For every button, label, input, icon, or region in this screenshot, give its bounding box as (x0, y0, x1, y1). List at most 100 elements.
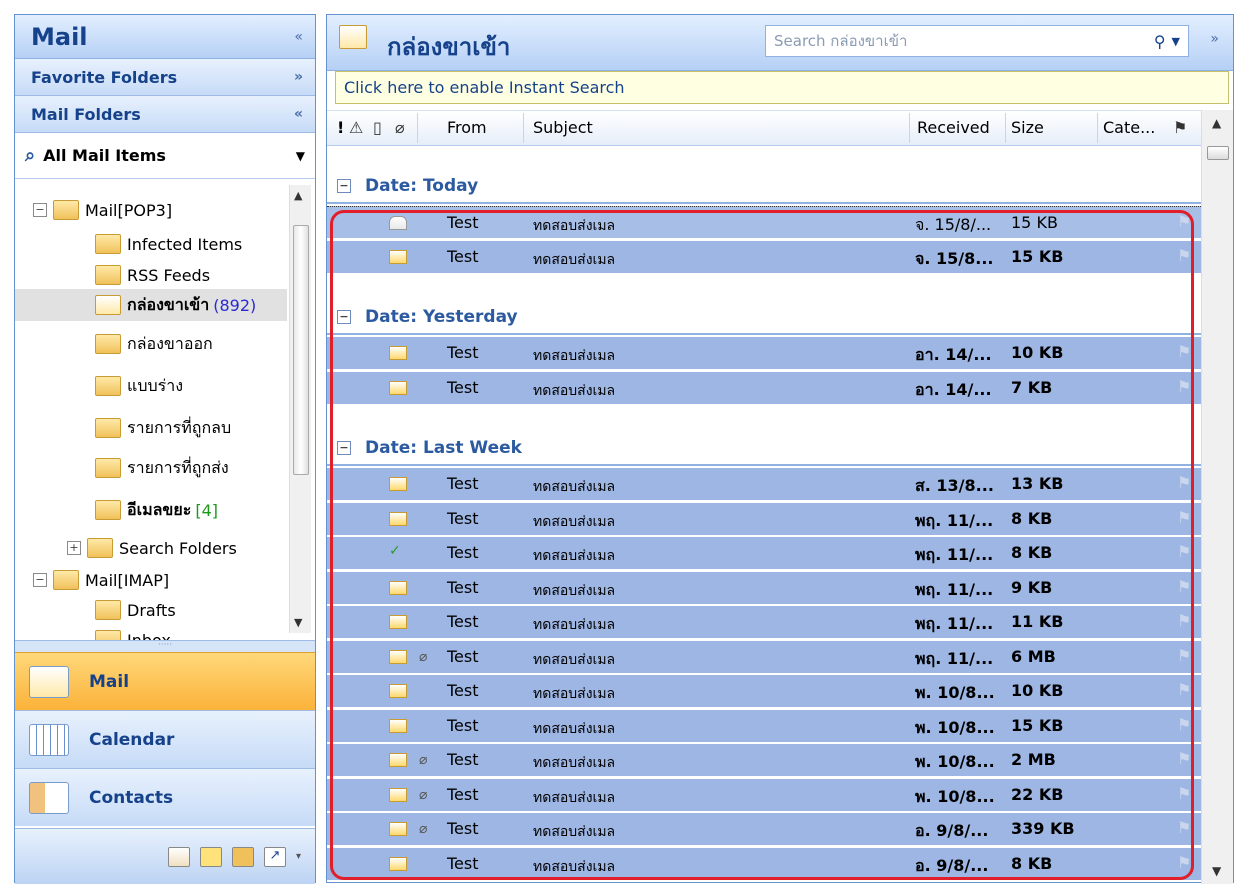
scroll-thumb[interactable] (293, 225, 309, 475)
shortcuts-icon[interactable]: ↗ (263, 846, 286, 867)
flag-icon[interactable]: ⚑ (1177, 715, 1191, 734)
scroll-up-icon[interactable]: ▲ (1212, 116, 1221, 130)
message-row[interactable]: Test ทดสอบส่งเมล พฤ. 11/... 9 KB ⚑ (327, 571, 1201, 605)
folder-icon (95, 234, 121, 254)
search-box[interactable]: Search กล่องขาเข้า ⚲ ▼ (765, 25, 1189, 57)
flag-icon[interactable]: ⚑ (1177, 784, 1191, 803)
folder-item[interactable]: อีเมลขยะ [4] (15, 494, 218, 526)
scroll-down-icon[interactable]: ▼ (294, 616, 302, 629)
flag-icon[interactable]: ⚑ (1177, 342, 1191, 361)
subject-column[interactable]: Subject (533, 118, 593, 137)
message-row[interactable]: Test ทดสอบส่งเมล ส. 13/8... 13 KB ⚑ (327, 468, 1201, 501)
folder-item[interactable]: รายการที่ถูกส่ง (15, 452, 229, 484)
message-row[interactable]: ⌀ Test ทดสอบส่งเมล พฤ. 11/... 6 MB ⚑ (327, 640, 1201, 674)
categories-column[interactable]: Cate... (1103, 118, 1155, 137)
all-mail-items-selector[interactable]: ⌕ All Mail Items ▼ (15, 133, 315, 179)
scroll-thumb[interactable] (1207, 146, 1229, 160)
folder-item[interactable]: รายการที่ถูกลบ (15, 412, 231, 444)
collapse-group-icon[interactable]: − (337, 441, 351, 455)
received-cell: พฤ. 11/... (915, 510, 994, 530)
icon-column-icon[interactable]: ▯ (373, 118, 382, 137)
search-input[interactable]: Search กล่องขาเข้า (774, 29, 907, 53)
pane-splitter[interactable]: ····· (15, 640, 315, 652)
expand-icon[interactable]: + (67, 541, 81, 555)
search-icon[interactable]: ⚲ (1154, 32, 1166, 51)
message-row[interactable]: Test ทดสอบส่งเมล พฤ. 11/... 11 KB ⚑ (327, 606, 1201, 639)
folder-item[interactable]: Inbox (15, 624, 171, 640)
search-options-icon[interactable]: ▼ (1172, 35, 1180, 48)
message-row[interactable]: Test ทดสอบส่งเมล อา. 14/... 10 KB ⚑ (327, 337, 1201, 370)
expand-chevron-icon[interactable]: » (294, 69, 303, 85)
reminder-column-icon[interactable]: ⚠ (349, 118, 363, 137)
flag-icon[interactable]: ⚑ (1177, 680, 1191, 699)
folder-item[interactable]: Infected Items (15, 228, 242, 260)
group-header[interactable]: − Date: Today (327, 170, 1201, 204)
folder-item[interactable]: − Mail[IMAP] (15, 564, 169, 596)
mail-folders-section[interactable]: Mail Folders « (15, 96, 315, 133)
collapse-chevron-icon[interactable]: « (294, 106, 303, 122)
flag-icon[interactable]: ⚑ (1177, 577, 1191, 596)
folder-item[interactable]: RSS Feeds (15, 259, 210, 291)
collapse-pane-icon[interactable]: « (294, 29, 303, 45)
mail-button[interactable]: Mail (15, 652, 315, 710)
envelope-icon (389, 380, 407, 395)
instant-search-bar[interactable]: Click here to enable Instant Search (335, 71, 1229, 104)
contacts-button[interactable]: Contacts (15, 768, 315, 826)
flag-icon[interactable]: ⚑ (1177, 611, 1191, 630)
folder-list-icon[interactable] (231, 846, 254, 867)
folder-item[interactable]: แบบร่าง (15, 370, 183, 402)
message-row[interactable]: ⌀ Test ทดสอบส่งเมล พ. 10/8... 2 MB ⚑ (327, 744, 1201, 777)
flag-icon[interactable]: ⚑ (1177, 212, 1191, 231)
folder-item[interactable]: Drafts (15, 594, 176, 626)
message-row[interactable]: Test ทดสอบส่งเมล พ. 10/8... 15 KB ⚑ (327, 709, 1201, 743)
received-column[interactable]: Received (917, 118, 990, 137)
collapse-icon[interactable]: − (33, 203, 47, 217)
folder-tree-scrollbar[interactable]: ▲ ▼ (289, 185, 311, 633)
message-row[interactable]: Test ทดสอบส่งเมล พ. 10/8... 10 KB ⚑ (327, 675, 1201, 708)
flag-icon[interactable]: ⚑ (1177, 542, 1191, 561)
attachment-column-icon[interactable]: ⌀ (395, 118, 405, 137)
message-row[interactable]: ⌀ Test ทดสอบส่งเมล อ. 9/8/... 339 KB ⚑ (327, 813, 1201, 846)
message-list: − Date: Today Test ทดสอบส่งเมล จ. 15/8/... 15… (327, 146, 1201, 884)
from-column[interactable]: From (447, 118, 487, 137)
flag-icon[interactable]: ⚑ (1177, 749, 1191, 768)
importance-column[interactable]: ! (337, 118, 344, 137)
message-row[interactable]: Test ทดสอบส่งเมล จ. 15/8/... 15 KB ⚑ (327, 206, 1201, 239)
paperclip-icon: ⌀ (419, 786, 428, 803)
dropdown-arrow-icon[interactable]: ▼ (296, 149, 305, 163)
message-row[interactable]: Test ทดสอบส่งเมล อา. 14/... 7 KB ⚑ (327, 371, 1201, 405)
folder-item[interactable]: กล่องขาเข้า (892) (15, 289, 287, 321)
expand-query-icon[interactable]: » (1210, 31, 1219, 47)
message-row[interactable]: Test ทดสอบส่งเมล จ. 15/8... 15 KB ⚑ (327, 240, 1201, 274)
configure-buttons-icon[interactable]: ▾ (296, 851, 301, 862)
scroll-down-icon[interactable]: ▼ (1212, 864, 1221, 878)
message-row[interactable]: ✓ Test ทดสอบส่งเมล พฤ. 11/... 8 KB ⚑ (327, 537, 1201, 570)
size-column[interactable]: Size (1011, 118, 1044, 137)
notes-icon[interactable] (199, 846, 222, 867)
tasks-icon[interactable] (167, 846, 190, 867)
flag-icon[interactable]: ⚑ (1177, 853, 1191, 872)
collapse-group-icon[interactable]: − (337, 310, 351, 324)
favorite-folders-section[interactable]: Favorite Folders » (15, 59, 315, 96)
calendar-button[interactable]: Calendar (15, 710, 315, 768)
flag-icon[interactable]: ⚑ (1177, 473, 1191, 492)
folder-item[interactable]: กล่องขาออก (15, 328, 213, 360)
folder-icon (95, 458, 121, 478)
message-row[interactable]: Test ทดสอบส่งเมล พฤ. 11/... 8 KB ⚑ (327, 502, 1201, 536)
flag-column-icon[interactable]: ⚑ (1173, 118, 1187, 137)
flag-icon[interactable]: ⚑ (1177, 246, 1191, 265)
folder-item[interactable]: − Mail[POP3] (15, 194, 172, 226)
flag-icon[interactable]: ⚑ (1177, 377, 1191, 396)
message-row[interactable]: ⌀ Test ทดสอบส่งเมล พ. 10/8... 22 KB ⚑ (327, 778, 1201, 812)
message-row[interactable]: Test ทดสอบส่งเมล อ. 9/8/... 8 KB ⚑ (327, 847, 1201, 881)
message-list-scrollbar[interactable]: ▲ ▼ (1201, 110, 1233, 884)
group-header[interactable]: − Date: Yesterday (327, 301, 1201, 335)
group-header[interactable]: − Date: Last Week (327, 432, 1201, 466)
flag-icon[interactable]: ⚑ (1177, 508, 1191, 527)
collapse-icon[interactable]: − (33, 573, 47, 587)
folder-item[interactable]: + Search Folders (15, 532, 237, 564)
scroll-up-icon[interactable]: ▲ (294, 189, 302, 202)
flag-icon[interactable]: ⚑ (1177, 818, 1191, 837)
collapse-group-icon[interactable]: − (337, 179, 351, 193)
flag-icon[interactable]: ⚑ (1177, 646, 1191, 665)
